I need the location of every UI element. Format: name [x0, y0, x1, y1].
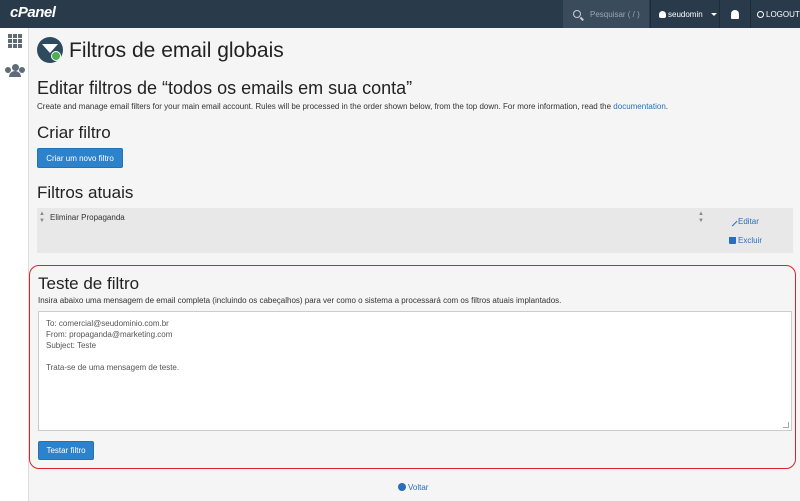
- trash-icon: [729, 237, 736, 244]
- caret-down-icon: [710, 12, 717, 16]
- email-filter-icon: [37, 37, 63, 63]
- message-line: Subject: Teste: [46, 341, 97, 350]
- delete-filter-link[interactable]: Excluir: [729, 236, 762, 245]
- users-icon[interactable]: [5, 64, 25, 77]
- page-title: Filtros de email globais: [69, 39, 284, 62]
- message-line: To: comercial@seudominio.com.br: [46, 319, 169, 328]
- back-arrow-icon: [398, 483, 406, 491]
- create-heading: Criar filtro: [37, 123, 111, 142]
- power-icon: [757, 10, 764, 18]
- edit-heading: Editar filtros de “todos os emails em su…: [37, 78, 413, 98]
- main-content: Filtros de email globais Editar filtros …: [29, 28, 800, 501]
- current-filters-heading: Filtros atuais: [37, 183, 134, 202]
- search-box[interactable]: Pesquisar ( / ): [563, 0, 649, 28]
- create-filter-button[interactable]: Criar um novo filtro: [37, 148, 123, 168]
- edit-filter-link[interactable]: Editar: [727, 216, 759, 227]
- filter-name: Eliminar Propaganda: [50, 213, 125, 222]
- filter-test-section: Teste de filtro Insira abaixo uma mensag…: [29, 265, 796, 469]
- message-line: From: propaganda@marketing.com: [46, 330, 173, 339]
- logout-label: LOGOUT: [766, 9, 800, 19]
- bell-icon: [730, 9, 739, 19]
- search-icon: [573, 10, 581, 18]
- user-icon: [659, 10, 666, 18]
- user-menu[interactable]: seudomin: [650, 0, 718, 28]
- documentation-link[interactable]: documentation: [613, 102, 665, 111]
- top-navbar: cPanel Pesquisar ( / ) seudomin LOGOUT: [0, 0, 800, 28]
- notifications-button[interactable]: [719, 0, 749, 28]
- username: seudomin: [668, 9, 703, 19]
- logout-button[interactable]: LOGOUT: [750, 0, 800, 28]
- test-heading: Teste de filtro: [38, 274, 140, 293]
- search-placeholder: Pesquisar ( / ): [590, 9, 640, 19]
- test-filter-button[interactable]: Testar filtro: [38, 441, 94, 460]
- cpanel-logo[interactable]: cPanel: [10, 4, 56, 21]
- test-message-textarea[interactable]: To: comercial@seudominio.com.br From: pr…: [38, 311, 792, 431]
- message-line: [46, 351, 784, 362]
- resize-grip-icon[interactable]: [783, 422, 789, 428]
- back-link[interactable]: Voltar: [398, 483, 428, 492]
- pencil-icon: [727, 216, 738, 227]
- message-line: Trata-se de uma mensagem de teste.: [46, 363, 180, 372]
- sidebar: [0, 28, 29, 501]
- drag-handle-icon[interactable]: ▲ ▼: [698, 211, 704, 225]
- filter-row: ▲ ▼ Eliminar Propaganda ▲ ▼ Editar Excluir: [37, 208, 793, 253]
- drag-handle-icon[interactable]: ▲ ▼: [39, 211, 45, 225]
- test-description: Insira abaixo uma mensagem de email comp…: [38, 296, 562, 305]
- apps-grid-icon[interactable]: [8, 34, 22, 48]
- edit-description: Create and manage email filters for your…: [37, 102, 669, 111]
